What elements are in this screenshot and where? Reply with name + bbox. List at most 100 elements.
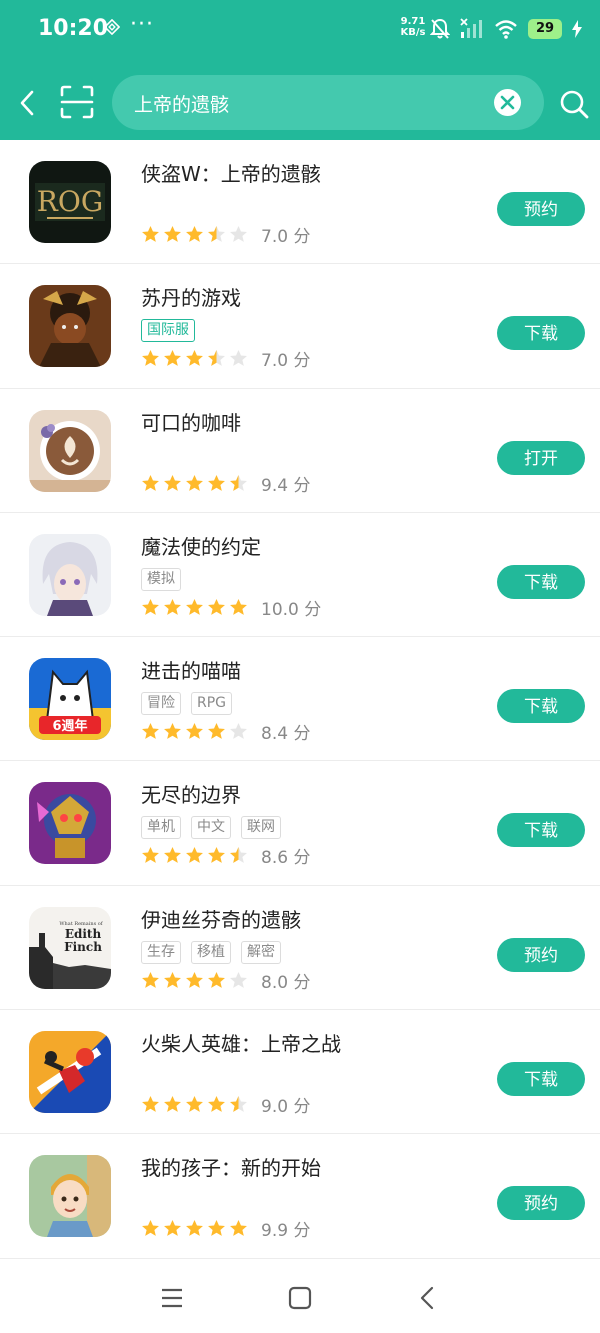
vpn-icon <box>104 19 120 35</box>
star-rating <box>141 225 248 244</box>
app-score: 7.0 分 <box>261 227 311 247</box>
app-score: 9.0 分 <box>261 1097 311 1118</box>
star-icon <box>142 474 159 491</box>
empty-star-icon <box>230 723 247 740</box>
star-icon <box>208 474 225 491</box>
star-rating <box>141 474 248 493</box>
app-tag: 中文 <box>191 816 231 840</box>
app-action-button[interactable]: 下载 <box>497 689 585 724</box>
app-list-item[interactable]: 无尽的边界单机 中文 联网 8.6 分 下载 <box>0 761 600 886</box>
search-icon[interactable] <box>558 88 590 120</box>
app-list-item[interactable]: 火柴人英雄：上帝之战 9.0 分 下载 <box>0 1010 600 1135</box>
svg-text:Edith: Edith <box>65 927 102 941</box>
top-bar: 10:20 ··· 9.71 KB/s 29 上帝的遗骸 <box>0 0 600 140</box>
back-icon[interactable] <box>416 1286 440 1310</box>
app-tags: 国际服 <box>141 319 195 343</box>
app-name[interactable]: 我的孩子：新的开始 <box>141 1152 321 1181</box>
clear-button[interactable] <box>494 89 521 116</box>
app-tags: 冒险 RPG <box>141 692 233 716</box>
star-icon <box>186 723 203 740</box>
search-input[interactable] <box>134 88 474 118</box>
star-icon <box>164 1096 181 1112</box>
app-list-item[interactable]: 可口的咖啡 9.4 分 打开 <box>0 389 600 513</box>
app-action-button[interactable]: 预约 <box>497 192 585 226</box>
svg-text:ROG: ROG <box>37 185 103 218</box>
app-icon[interactable]: 6週年 <box>29 658 111 741</box>
menu-icon[interactable] <box>160 1286 184 1310</box>
app-action-button[interactable]: 预约 <box>497 937 585 972</box>
app-icon[interactable] <box>29 533 111 616</box>
status-more: ··· <box>130 12 154 37</box>
app-tag: 冒险 <box>141 692 181 716</box>
star-icon <box>186 598 203 615</box>
app-list-item[interactable]: 苏丹的游戏国际服 7.0 分 下载 <box>0 264 600 389</box>
star-icon <box>164 1220 181 1237</box>
app-score: 7.0 分 <box>261 351 311 372</box>
app-tag: 单机 <box>141 816 181 840</box>
app-action-button[interactable]: 下载 <box>497 564 585 599</box>
app-icon[interactable]: ROG <box>29 161 111 243</box>
half-star-icon <box>208 350 225 367</box>
star-rating <box>141 1095 248 1114</box>
app-name[interactable]: 魔法使的约定 <box>141 531 261 560</box>
app-icon[interactable]: What Remains of Edith Finch <box>29 906 111 989</box>
home-icon[interactable] <box>288 1286 312 1310</box>
app-icon[interactable] <box>29 409 111 492</box>
star-icon <box>164 971 181 988</box>
app-list-item[interactable]: 我的孩子：新的开始 9.9 分 预约 <box>0 1134 600 1259</box>
app-tags: 单机 中文 联网 <box>141 816 281 840</box>
app-name[interactable]: 进击的喵喵 <box>141 655 241 684</box>
star-rating <box>141 971 248 990</box>
app-list-item[interactable]: ROG 侠盗W：上帝的遗骸 7.0 分 预约 <box>0 140 600 265</box>
app-action-button[interactable]: 打开 <box>497 440 585 475</box>
star-icon <box>142 350 159 367</box>
app-tag: 生存 <box>141 940 181 964</box>
star-icon <box>186 1096 203 1112</box>
star-icon <box>142 847 159 864</box>
app-rating: 8.6 分 <box>141 843 310 868</box>
app-icon[interactable] <box>29 1031 111 1114</box>
svg-text:6週年: 6週年 <box>52 718 87 734</box>
star-icon <box>164 847 181 864</box>
app-list-item[interactable]: What Remains of Edith Finch 伊迪丝芬奇的遗骸 生存 移植 解密 8… <box>0 886 600 1011</box>
app-action-button[interactable]: 预约 <box>497 1186 585 1221</box>
star-icon <box>186 1220 203 1237</box>
star-icon <box>208 723 225 740</box>
star-icon <box>186 971 203 988</box>
signal-icon <box>460 18 482 38</box>
app-name[interactable]: 无尽的边界 <box>141 779 241 808</box>
app-list-item[interactable]: 6週年 进击的喵喵 冒险 RPG 8.4 分 下载 <box>0 637 600 762</box>
app-rating: 9.4 分 <box>141 471 310 496</box>
app-tag: RPG <box>191 692 233 716</box>
star-icon <box>142 971 159 988</box>
star-icon <box>208 1096 225 1112</box>
app-action-button[interactable]: 下载 <box>497 316 585 351</box>
star-icon <box>208 847 225 864</box>
network-speed: 9.71 KB/s <box>400 16 426 38</box>
empty-star-icon <box>230 225 247 242</box>
app-name[interactable]: 侠盗W：上帝的遗骸 <box>141 158 321 187</box>
app-icon[interactable] <box>29 1155 111 1238</box>
app-rating: 9.0 分 <box>141 1092 310 1117</box>
back-arrow-icon[interactable] <box>14 88 42 118</box>
app-name[interactable]: 可口的咖啡 <box>141 407 241 436</box>
star-icon <box>142 225 159 242</box>
app-action-button[interactable]: 下载 <box>497 813 585 848</box>
app-icon[interactable] <box>29 285 111 368</box>
app-name[interactable]: 苏丹的游戏 <box>141 282 241 311</box>
app-action-button[interactable]: 下载 <box>497 1062 585 1097</box>
star-icon <box>164 474 181 491</box>
empty-star-icon <box>230 971 247 988</box>
charging-icon <box>572 20 582 38</box>
app-rating: 9.9 分 <box>141 1216 310 1241</box>
app-icon[interactable] <box>29 782 111 865</box>
star-icon <box>142 598 159 615</box>
app-list-item[interactable]: 魔法使的约定 模拟 10.0 分 下载 <box>0 513 600 638</box>
star-icon <box>230 598 247 615</box>
star-rating <box>141 598 248 617</box>
search-box[interactable] <box>112 75 544 130</box>
app-name[interactable]: 火柴人英雄：上帝之战 <box>141 1028 341 1057</box>
app-name[interactable]: 伊迪丝芬奇的遗骸 <box>141 904 301 933</box>
app-tag: 联网 <box>241 816 281 840</box>
scan-icon[interactable] <box>60 85 94 119</box>
